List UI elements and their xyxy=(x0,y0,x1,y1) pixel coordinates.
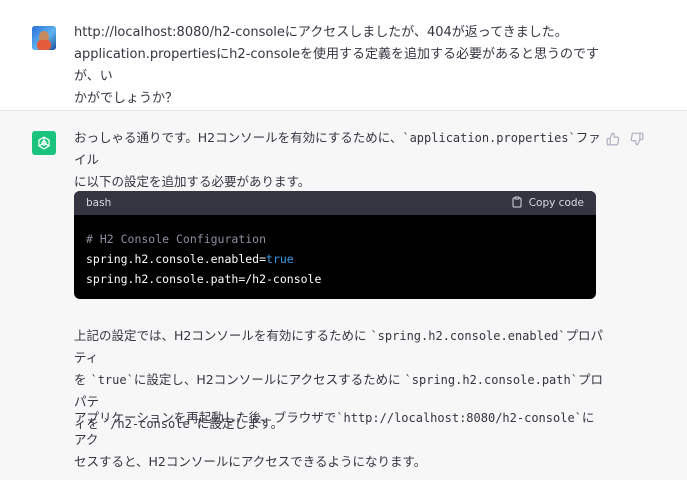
inline-code: `application.properties` xyxy=(402,131,576,145)
text-segment: を xyxy=(74,372,91,387)
assistant-paragraph-1: おっしゃる通りです。H2コンソールを有効にするために、`application.… xyxy=(74,127,604,193)
user-message-line: application.propertiesにh2-consoleを使用する定義… xyxy=(74,47,600,84)
openai-logo-icon xyxy=(32,131,56,155)
inline-code: `http://localhost:8080/h2-console` xyxy=(336,411,582,425)
thumbs-up-icon[interactable] xyxy=(605,131,621,147)
thumbs-down-icon[interactable] xyxy=(629,131,645,147)
assistant-message: おっしゃる通りです。H2コンソールを有効にするために、`application.… xyxy=(0,111,687,480)
text-segment: に以下の設定を追加する必要があります。 xyxy=(74,174,311,189)
code-property-key: spring.h2.console.enabled= xyxy=(86,252,267,266)
feedback-buttons xyxy=(605,131,645,147)
inline-code: `true` xyxy=(90,373,134,387)
text-segment: セスすると、H2コンソールにアクセスできるようになります。 xyxy=(74,454,427,469)
code-block: bash Copy code # H2 Console Configuratio… xyxy=(74,191,596,299)
code-boolean-value: true xyxy=(266,252,294,266)
user-message-text: http://localhost:8080/h2-consoleにアクセスしまし… xyxy=(74,22,604,110)
code-comment-line: # H2 Console Configuration xyxy=(86,232,267,246)
user-avatar-icon xyxy=(32,26,56,50)
code-line: spring.h2.console.path=/h2-console xyxy=(86,272,322,286)
inline-code: `spring.h2.console.enabled` xyxy=(370,329,566,343)
text-segment: 上記の設定では、H2コンソールを有効にするために xyxy=(74,328,371,343)
copy-code-label: Copy code xyxy=(528,197,584,209)
code-language-label: bash xyxy=(86,197,112,209)
code-content[interactable]: # H2 Console Configuration spring.h2.con… xyxy=(74,215,596,289)
inline-code: `spring.h2.console.path` xyxy=(404,373,578,387)
copy-code-button[interactable]: Copy code xyxy=(511,196,584,211)
text-segment: に設定し、H2コンソールにアクセスするために xyxy=(133,372,405,387)
code-line: spring.h2.console.enabled=true xyxy=(86,249,584,269)
text-segment: おっしゃる通りです。H2コンソールを有効にするために、 xyxy=(74,130,403,145)
user-message-line: http://localhost:8080/h2-consoleにアクセスしまし… xyxy=(74,25,568,40)
user-message-line: かがでしょうか？ xyxy=(74,91,179,106)
assistant-paragraph-3: アプリケーションを再起動した後、ブラウザで`http://localhost:8… xyxy=(74,407,604,473)
user-message: http://localhost:8080/h2-consoleにアクセスしまし… xyxy=(0,0,687,111)
text-segment: アプリケーションを再起動した後、ブラウザで xyxy=(74,410,337,425)
code-block-header: bash Copy code xyxy=(74,191,596,215)
clipboard-icon xyxy=(511,196,523,211)
